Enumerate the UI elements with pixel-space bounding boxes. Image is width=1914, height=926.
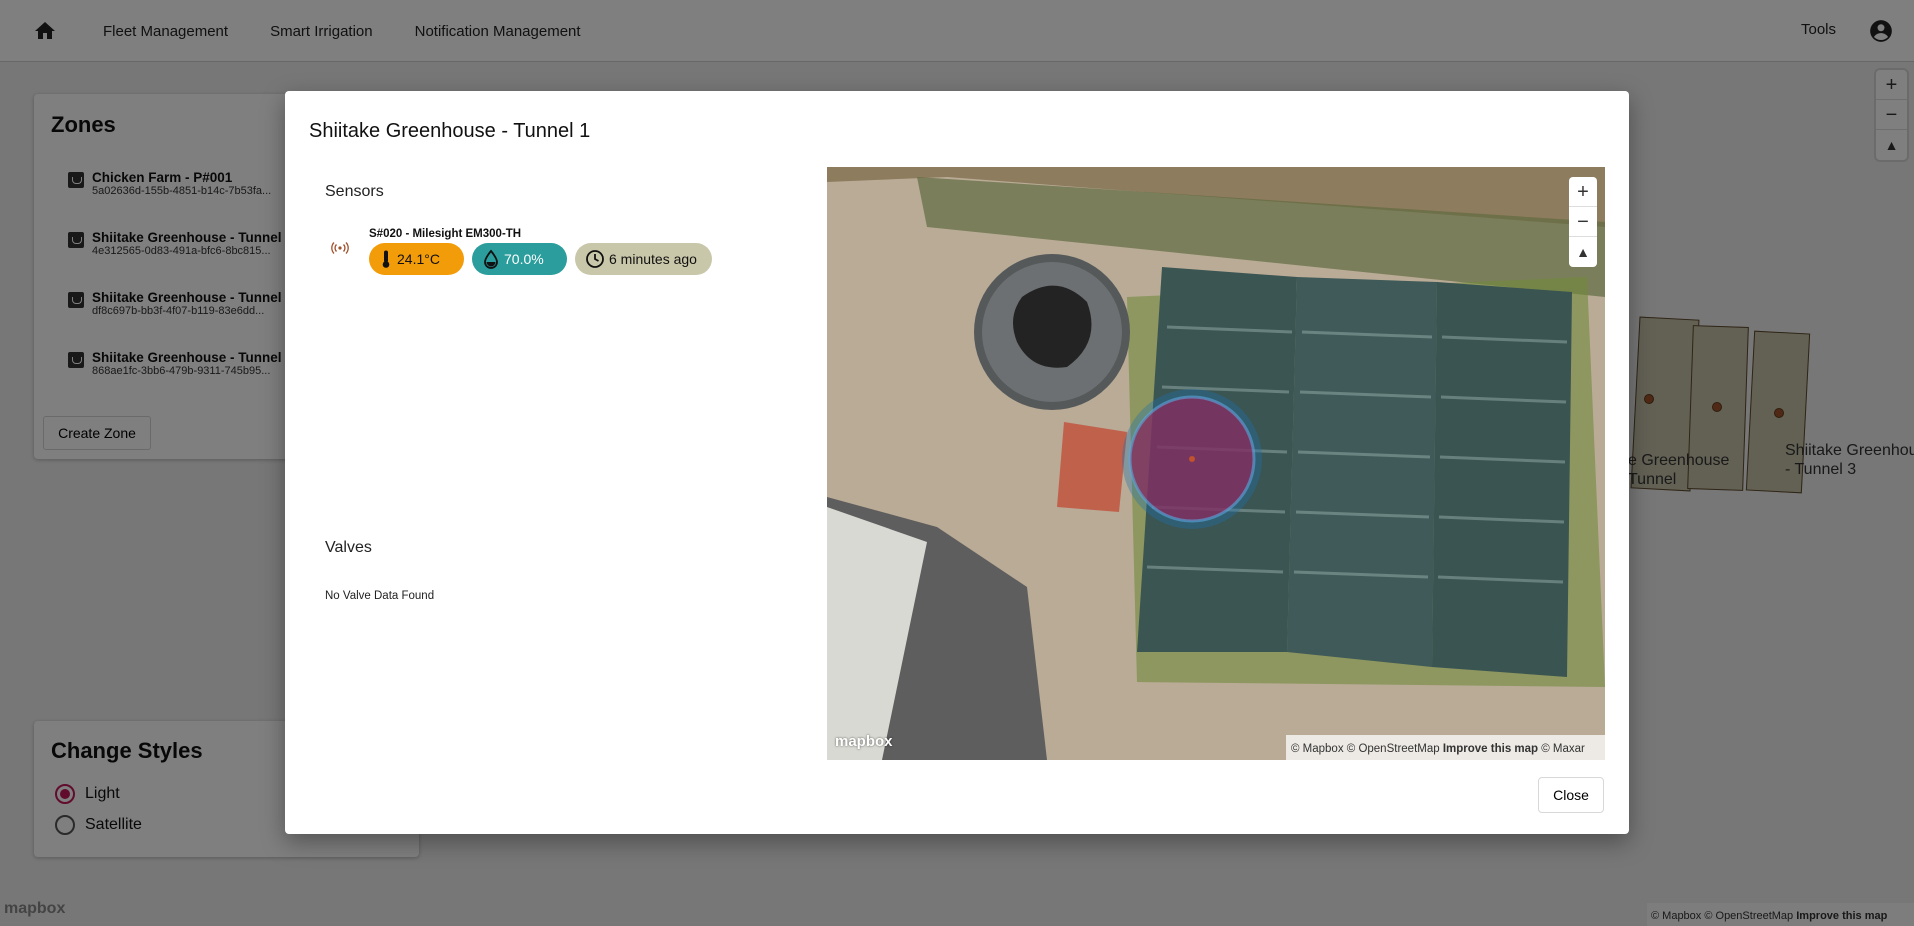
temperature-chip: 24.1°C [369,243,464,275]
zoom-in-icon[interactable]: + [1569,177,1597,207]
temperature-value: 24.1°C [397,251,440,267]
compass-icon[interactable]: ▲ [1569,237,1597,267]
zone-details-dialog: Shiitake Greenhouse - Tunnel 1 Sensors S… [285,91,1629,834]
no-valve-message: No Valve Data Found [325,590,435,602]
valves-title: Valves [325,539,372,556]
map-attribution: © Mapbox © OpenStreetMap Improve this ma… [1286,735,1605,760]
zoom-out-icon[interactable]: − [1569,207,1597,237]
last-seen-value: 6 minutes ago [609,251,697,267]
sensors-title: Sensors [325,183,384,200]
close-button[interactable]: Close [1538,777,1604,813]
clock-icon [586,250,604,268]
mapbox-logo[interactable]: mapbox [835,733,893,750]
thermometer-icon [382,250,390,268]
satellite-imagery [827,167,1605,760]
maxar-attribution[interactable]: © Maxar [1541,743,1585,755]
attribution-text[interactable]: © Mapbox © OpenStreetMap [1291,743,1440,755]
sensor-name: S#020 - Milesight EM300-TH [369,228,522,240]
sensor-signal-icon [331,242,349,254]
satellite-map-controls: + − ▲ [1569,177,1597,267]
zone-satellite-map[interactable]: + − ▲ mapbox © Mapbox © OpenStreetMap Im… [827,167,1605,760]
water-drop-icon [484,249,498,269]
humidity-value: 70.0% [504,251,544,267]
dialog-title: Shiitake Greenhouse - Tunnel 1 [309,120,591,142]
improve-map-link[interactable]: Improve this map [1443,743,1538,755]
humidity-chip: 70.0% [472,243,567,275]
last-seen-chip: 6 minutes ago [575,243,712,275]
